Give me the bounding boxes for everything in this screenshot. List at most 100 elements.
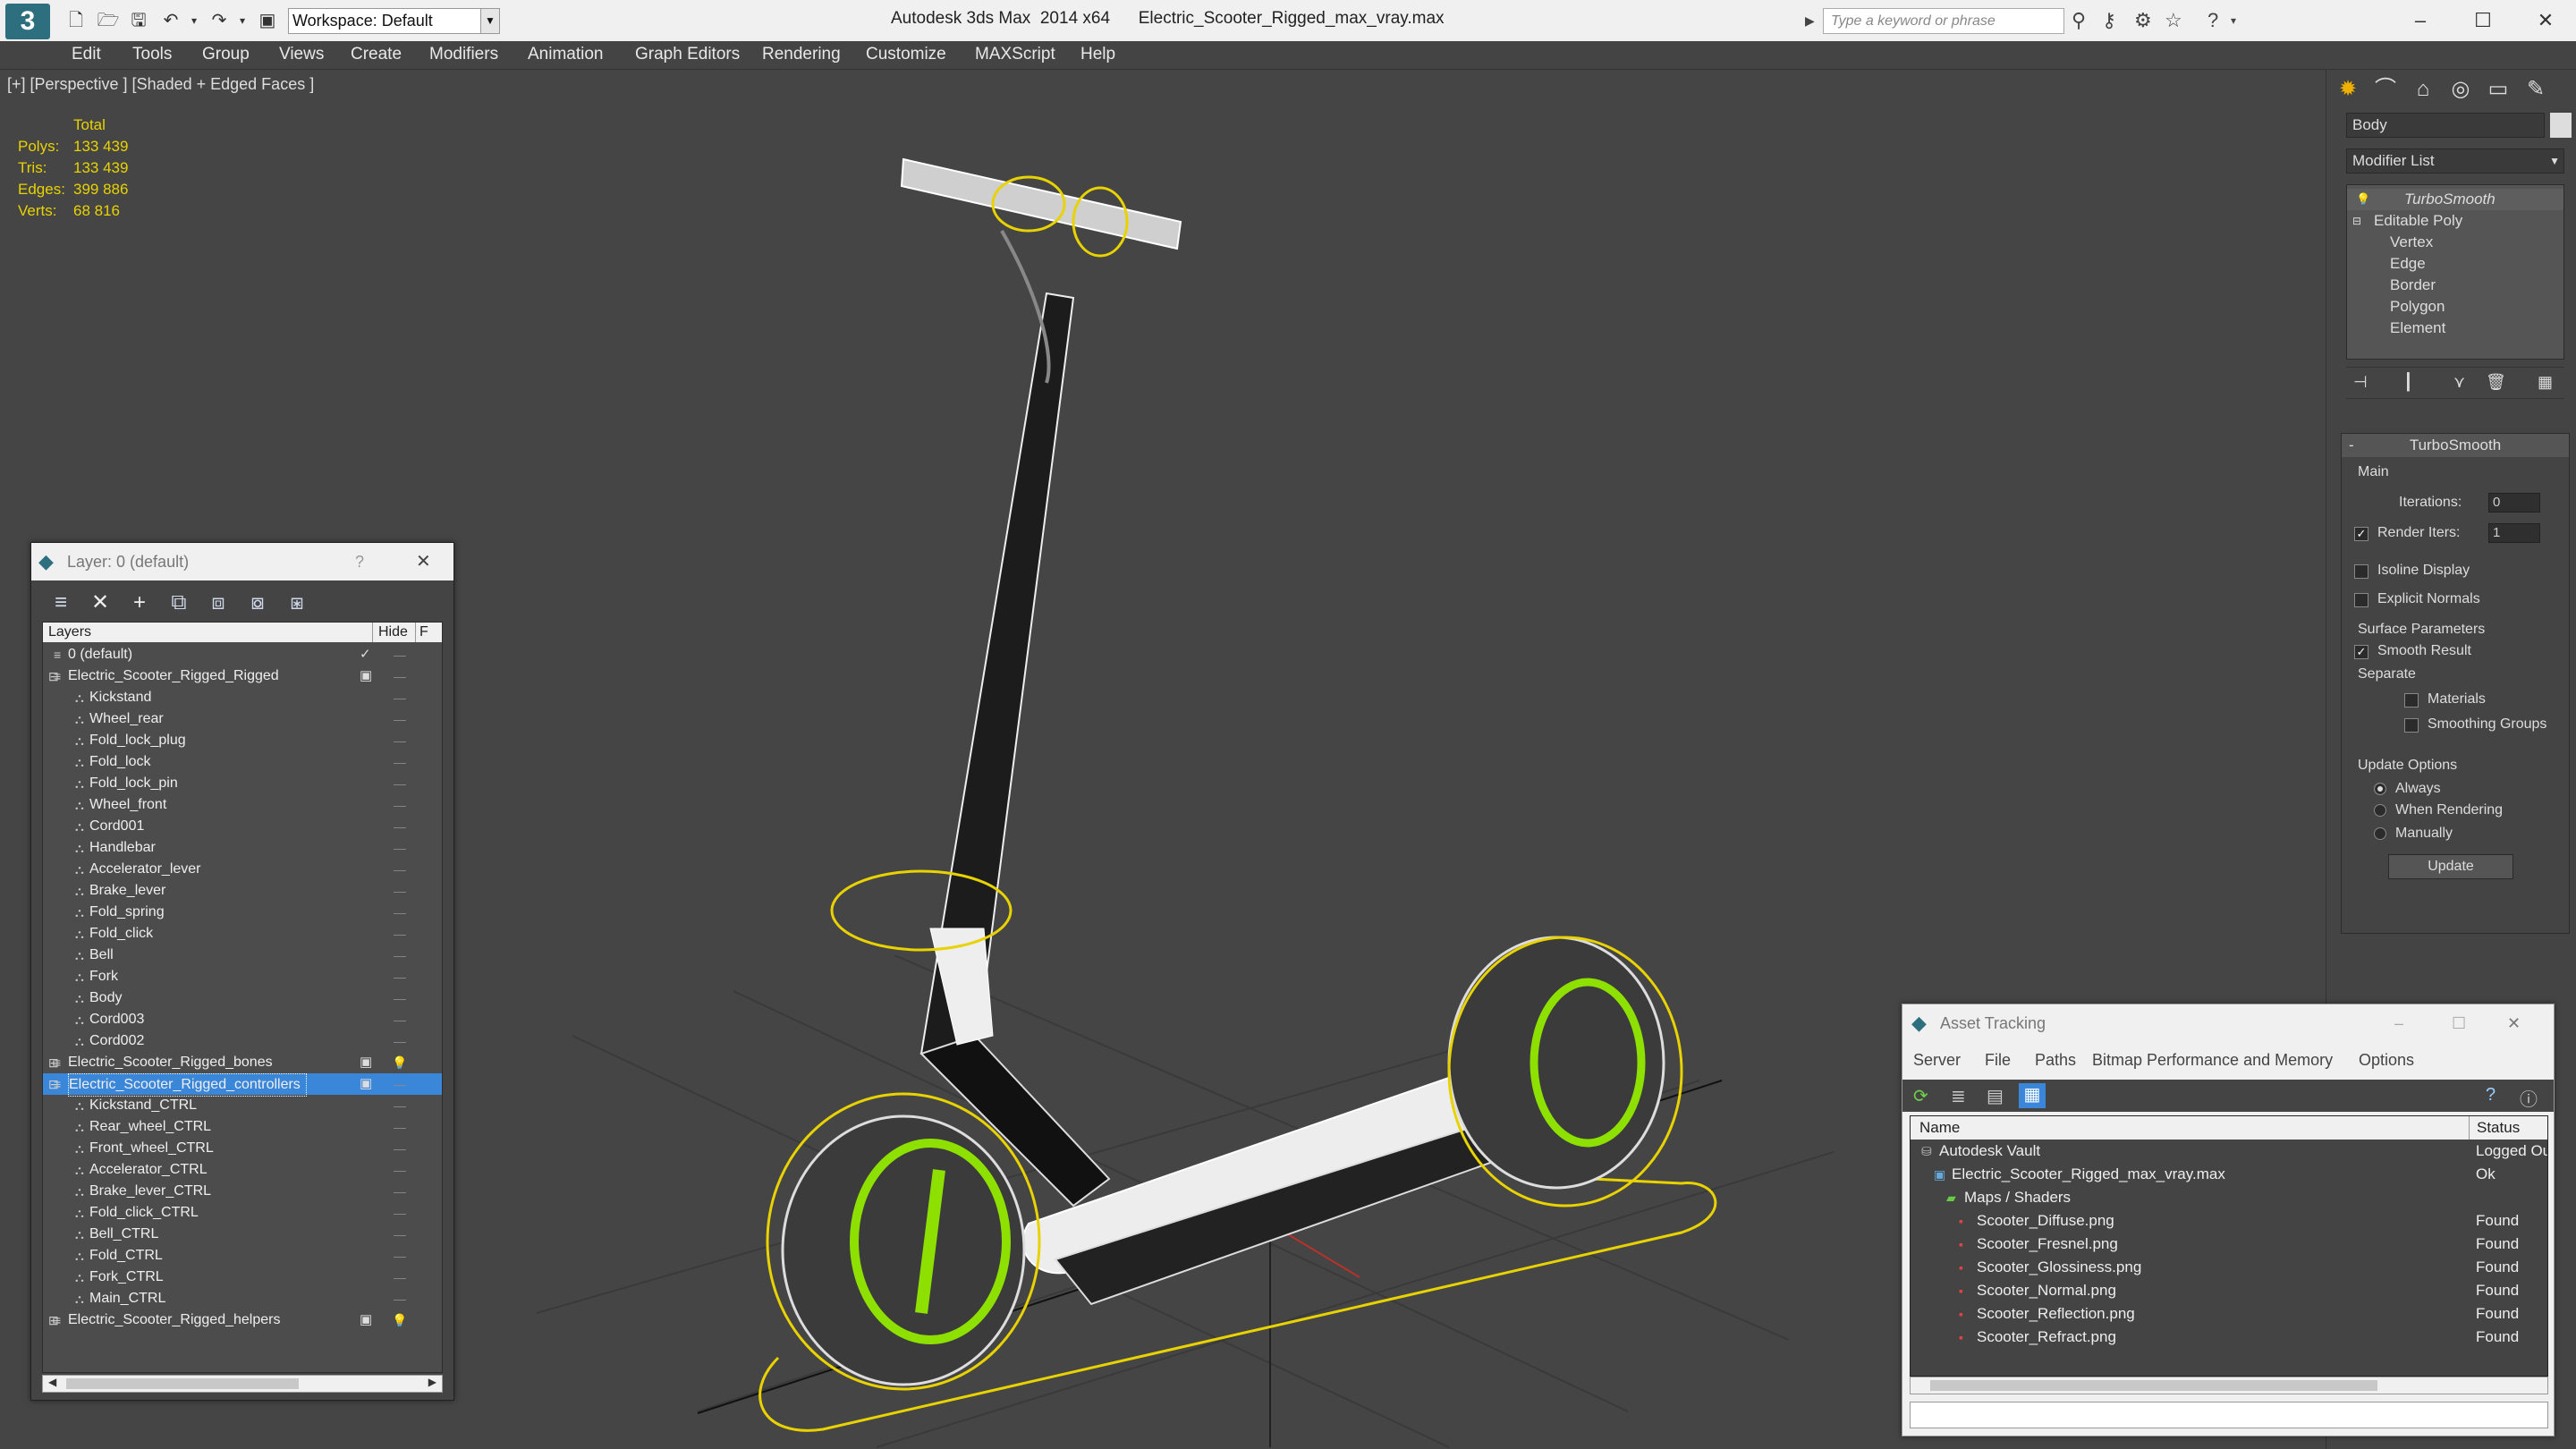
favorite-star-icon[interactable]: ☆: [2165, 9, 2182, 32]
layer-row[interactable]: ⛬ Fork_CTRL —: [43, 1267, 442, 1288]
manually-radio[interactable]: [2374, 827, 2386, 840]
menu-graph-editors[interactable]: Graph Editors: [635, 45, 740, 64]
close-button[interactable]: ✕: [2519, 4, 2572, 38]
menu-views[interactable]: Views: [279, 45, 324, 64]
layer-row[interactable]: ⛬ Cord001 —: [43, 816, 442, 837]
highlight-layer-icon[interactable]: ⧈: [205, 589, 232, 616]
when-rendering-radio[interactable]: [2374, 804, 2386, 817]
isoline-checkbox[interactable]: [2354, 564, 2368, 579]
scroll-right-icon[interactable]: ▶: [428, 1376, 436, 1388]
minimize-button[interactable]: –: [2394, 1004, 2403, 1042]
asset-row[interactable]: ▣ Electric_Scooter_Rigged_max_vray.max Ok: [1911, 1163, 2547, 1186]
scooter-stem[interactable]: [919, 292, 1111, 1208]
thumbnail-view-icon[interactable]: ▤: [1987, 1085, 2004, 1107]
layer-row[interactable]: ⛬ Bell_CTRL —: [43, 1224, 442, 1245]
motion-tab-icon[interactable]: ◎: [2443, 73, 2479, 106]
asset-path-field[interactable]: [1910, 1402, 2548, 1428]
refresh-icon[interactable]: ⟳: [1913, 1085, 1928, 1107]
project-folder-icon[interactable]: ▣: [256, 9, 279, 32]
delete-layer-icon[interactable]: ✕: [87, 589, 114, 616]
hide-toggle[interactable]: —: [386, 880, 413, 902]
hide-toggle[interactable]: —: [386, 1009, 413, 1030]
asset-row[interactable]: ▪ Scooter_Glossiness.png Found: [1911, 1256, 2547, 1279]
layer-row[interactable]: ⛬ Cord002 —: [43, 1030, 442, 1052]
display-tab-icon[interactable]: ▭: [2480, 73, 2516, 106]
hide-toggle[interactable]: —: [386, 1267, 413, 1288]
close-icon[interactable]: ✕: [2507, 1004, 2521, 1042]
menu-customize[interactable]: Customize: [866, 45, 946, 64]
utilities-tab-icon[interactable]: ✎: [2518, 73, 2554, 106]
smoothing-groups-checkbox[interactable]: [2404, 718, 2419, 733]
binoculars-icon[interactable]: ⚲: [2072, 9, 2086, 32]
layer-row[interactable]: ⛬ Front_wheel_CTRL —: [43, 1138, 442, 1159]
help-icon[interactable]: ?: [2486, 1085, 2496, 1106]
asset-list[interactable]: Name Status ⛁ Autodesk Vault Logged Ou ▣ Ele…: [1910, 1115, 2548, 1377]
select-in-layer-icon[interactable]: ⧉: [165, 589, 192, 616]
update-button[interactable]: Update: [2388, 854, 2513, 879]
stack-sub-vertex[interactable]: Vertex: [2347, 232, 2563, 253]
freeze-all-icon[interactable]: ⧆: [284, 589, 310, 616]
render-iters-spinner[interactable]: 1: [2488, 523, 2540, 543]
menu-create[interactable]: Create: [351, 45, 402, 64]
rollout-header[interactable]: - TurboSmooth: [2342, 434, 2569, 457]
asset-row[interactable]: ▪ Scooter_Reflection.png Found: [1911, 1302, 2547, 1326]
modify-tab-icon[interactable]: ⌒: [2368, 73, 2403, 106]
set-current-layer-icon[interactable]: ▣: [360, 1052, 372, 1073]
asset-horizontal-scrollbar[interactable]: [1910, 1377, 2548, 1394]
help-icon[interactable]: ?: [2207, 9, 2218, 32]
hide-toggle[interactable]: —: [386, 665, 413, 687]
search-expand-icon[interactable]: ▶: [1805, 9, 1815, 32]
minimize-button[interactable]: –: [2394, 4, 2447, 38]
smooth-result-checkbox[interactable]: ✓: [2354, 645, 2368, 659]
stack-sub-edge[interactable]: Edge: [2347, 253, 2563, 275]
asset-menu-paths[interactable]: Paths: [2035, 1051, 2076, 1070]
list-view-icon[interactable]: ≣: [1951, 1085, 1966, 1107]
asset-row[interactable]: ▪ Scooter_Refract.png Found: [1911, 1326, 2547, 1349]
menu-tools[interactable]: Tools: [132, 45, 172, 64]
hide-toggle[interactable]: —: [386, 945, 413, 966]
layer-row[interactable]: ⛬ Fold_click_CTRL —: [43, 1202, 442, 1224]
set-current-layer-icon[interactable]: ▣: [360, 1309, 372, 1331]
horizontal-scrollbar[interactable]: ◀ ▶: [42, 1375, 443, 1393]
create-tab-icon[interactable]: ✹: [2330, 73, 2366, 106]
materials-checkbox[interactable]: [2404, 693, 2419, 708]
lightbulb-icon[interactable]: 💡: [386, 1309, 413, 1331]
hide-toggle[interactable]: —: [386, 708, 413, 730]
hide-toggle[interactable]: —: [386, 1224, 413, 1245]
layer-row[interactable]: ≡ 0 (default) ✓ —: [43, 644, 442, 665]
hide-toggle[interactable]: —: [386, 794, 413, 816]
render-iters-checkbox[interactable]: ✓: [2354, 527, 2368, 541]
asset-menu-options[interactable]: Options: [2359, 1051, 2414, 1070]
hide-toggle[interactable]: —: [386, 644, 413, 665]
layer-row[interactable]: ⛬ Kickstand —: [43, 687, 442, 708]
table-view-icon[interactable]: ▦: [2019, 1083, 2046, 1108]
key-icon[interactable]: ⚷: [2102, 9, 2116, 32]
asset-menu-file[interactable]: File: [1985, 1051, 2011, 1070]
subscription-icon[interactable]: ⚙: [2134, 9, 2152, 32]
hide-toggle[interactable]: —: [386, 1288, 413, 1309]
hide-toggle[interactable]: —: [386, 816, 413, 837]
chevron-down-icon[interactable]: ▼: [480, 8, 500, 34]
layer-row[interactable]: ⊟ ≡ Electric_Scooter_Rigged_controllers ▣ —: [43, 1073, 442, 1097]
layer-row[interactable]: ⛬ Main_CTRL —: [43, 1288, 442, 1309]
lightbulb-icon[interactable]: 💡: [386, 1052, 413, 1073]
menu-help[interactable]: Help: [1080, 45, 1115, 64]
asset-menu-server[interactable]: Server: [1913, 1051, 1961, 1070]
menu-group[interactable]: Group: [202, 45, 250, 64]
stack-item-editable-poly[interactable]: ⊟ Editable Poly: [2347, 210, 2563, 232]
layer-row[interactable]: ⛬ Fold_click —: [43, 923, 442, 945]
layer-row[interactable]: ⊟ ≡ Electric_Scooter_Rigged_Rigged ▣ —: [43, 665, 442, 687]
scrollbar-thumb[interactable]: [66, 1378, 299, 1389]
save-icon[interactable]: 🖫: [127, 9, 150, 32]
undo-icon[interactable]: ↶: [159, 9, 182, 32]
layer-row[interactable]: ⊞ ≡ Electric_Scooter_Rigged_helpers ▣ 💡: [43, 1309, 442, 1331]
layer-row[interactable]: ⛬ Wheel_front —: [43, 794, 442, 816]
hide-all-icon[interactable]: ⧇: [244, 589, 271, 616]
hide-toggle[interactable]: —: [386, 837, 413, 859]
stack-sub-polygon[interactable]: Polygon: [2347, 296, 2563, 318]
menu-edit[interactable]: Edit: [72, 45, 101, 64]
set-current-layer-icon[interactable]: ▣: [360, 665, 372, 687]
col-freeze[interactable]: F: [415, 623, 442, 642]
hide-toggle[interactable]: —: [386, 773, 413, 794]
layer-row[interactable]: ⊞ ≡ Electric_Scooter_Rigged_bones ▣ 💡: [43, 1052, 442, 1073]
